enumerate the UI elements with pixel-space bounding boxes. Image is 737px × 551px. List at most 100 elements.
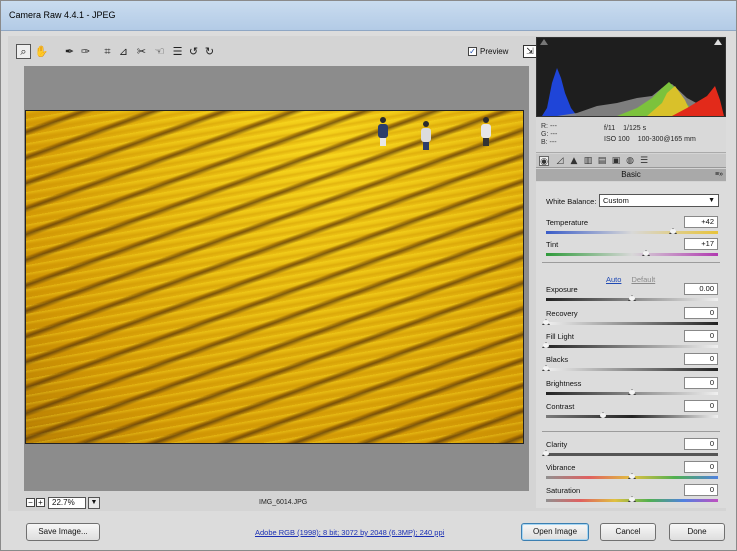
worker-figure — [421, 121, 431, 150]
rgb-readout: R: --- G: --- B: --- — [541, 123, 558, 146]
slider-label: Clarity — [546, 440, 568, 449]
slider-label: Blacks — [546, 355, 569, 364]
panel-title: Basic ≡» — [536, 169, 726, 181]
slider-value-field[interactable]: 0 — [684, 400, 718, 412]
histogram-graph — [542, 68, 724, 116]
white-balance-tool-icon[interactable]: ✒ — [62, 44, 77, 59]
slider-label: Brightness — [546, 379, 582, 388]
done-button[interactable]: Done — [669, 523, 725, 541]
title-bar: Camera Raw 4.4.1 - JPEG — [1, 1, 736, 31]
camera-calibration-tab-icon[interactable]: ◍ — [625, 156, 635, 166]
slider-thumb[interactable] — [628, 389, 636, 395]
color-sampler-tool-icon[interactable]: ✑ — [78, 44, 93, 59]
lens-corrections-tab-icon[interactable]: ▣ — [611, 156, 621, 166]
rotate-left-icon[interactable]: ↺ — [186, 44, 201, 59]
white-balance-label: White Balance: — [546, 197, 597, 206]
panel-menu-icon[interactable]: ≡» — [715, 169, 723, 181]
slider-thumb[interactable] — [628, 295, 636, 301]
slider-blacks: Blacks 0 — [542, 353, 718, 379]
slider-thumb[interactable] — [641, 250, 650, 256]
chevron-down-icon: ▼ — [708, 197, 715, 204]
save-image-button[interactable]: Save Image... — [26, 523, 100, 541]
slider-exposure: Exposure 0.00 — [546, 283, 718, 309]
slider-value-field[interactable]: 0 — [684, 438, 718, 450]
slider-value-field[interactable]: +17 — [684, 238, 718, 250]
slider-thumb[interactable] — [542, 450, 550, 456]
slider-thumb[interactable] — [628, 473, 636, 479]
slider-thumb[interactable] — [598, 412, 607, 418]
basic-tab-icon[interactable]: ◉ — [539, 156, 549, 167]
slider-track[interactable] — [546, 415, 718, 418]
slider-value-field[interactable]: 0 — [684, 353, 718, 365]
crop-tool-icon[interactable]: ⌗ — [100, 44, 115, 59]
preferences-icon[interactable]: ☰ — [170, 44, 185, 59]
slider-thumb[interactable] — [542, 365, 550, 371]
slider-label: Fill Light — [546, 332, 574, 341]
slider-value-field[interactable]: 0 — [684, 461, 718, 473]
window-title: Camera Raw 4.4.1 - JPEG — [9, 10, 116, 20]
slider-track[interactable] — [546, 253, 718, 256]
zoom-tool-icon[interactable]: ⌕ — [16, 44, 31, 59]
slider-value-field[interactable]: 0 — [684, 330, 718, 342]
slider-value-field[interactable]: 0.00 — [684, 283, 718, 295]
zoom-in-button[interactable]: + — [36, 498, 45, 507]
zoom-level-field[interactable]: 22.7% — [48, 497, 86, 509]
preview-checkbox[interactable]: ✓ — [468, 47, 477, 56]
image-preview[interactable] — [25, 110, 524, 444]
slider-thumb[interactable] — [542, 319, 550, 325]
hsl-tab-icon[interactable]: ▥ — [583, 156, 593, 166]
toolbar: ⌕ ✋ ✒ ✑ ⌗ ⊿ ✂ ☜ ☰ ↺ ↻ ✓ Preview ⇲ — [16, 41, 537, 65]
aperture: f/11 — [604, 125, 616, 132]
straighten-tool-icon[interactable]: ⊿ — [116, 44, 131, 59]
iso: ISO 100 — [604, 136, 630, 143]
camera-info: R: --- G: --- B: --- f/11 1/125 s ISO 100… — [536, 117, 726, 153]
open-image-button[interactable]: Open Image — [521, 523, 589, 541]
auto-link[interactable]: Auto — [606, 275, 621, 284]
slider-thumb[interactable] — [669, 228, 678, 234]
slider-saturation: Saturation 0 — [546, 484, 718, 510]
lens: 100-300@165 mm — [637, 136, 696, 143]
slider-value-field[interactable]: +42 — [684, 216, 718, 228]
slider-value-field[interactable]: 0 — [684, 484, 718, 496]
slider-thumb[interactable] — [542, 342, 550, 348]
rotate-right-icon[interactable]: ↻ — [202, 44, 217, 59]
worker-figure — [481, 117, 491, 146]
slider-value-field[interactable]: 0 — [684, 377, 718, 389]
cancel-button[interactable]: Cancel — [600, 523, 656, 541]
histogram — [536, 37, 726, 117]
red-eye-tool-icon[interactable]: ☜ — [152, 44, 167, 59]
presets-tab-icon[interactable]: ☰ — [639, 156, 649, 166]
slider-label: Recovery — [546, 309, 578, 318]
slider-track[interactable] — [546, 231, 718, 234]
tone-curve-tab-icon[interactable]: ◿ — [555, 156, 565, 166]
auto-default-links: Auto Default — [606, 275, 655, 284]
fullscreen-icon[interactable]: ⇲ — [523, 45, 537, 58]
slider-track[interactable] — [546, 322, 718, 325]
preview-toggle[interactable]: ✓ Preview — [468, 47, 508, 56]
slider-track[interactable] — [546, 368, 718, 371]
zoom-out-button[interactable]: − — [26, 498, 35, 507]
slider-tint: Tint +17 — [546, 238, 718, 264]
workflow-options-link[interactable]: Adobe RGB (1998); 8 bit; 3072 by 2048 (6… — [255, 528, 444, 537]
slider-label: Tint — [546, 240, 559, 249]
slider-track[interactable] — [546, 345, 718, 348]
slider-label: Temperature — [546, 218, 589, 227]
detail-tab-icon[interactable]: ▲ — [569, 156, 579, 166]
panel-tabs: ◉ ◿ ▲ ▥ ▤ ▣ ◍ ☰ — [536, 154, 726, 168]
hand-tool-icon[interactable]: ✋ — [34, 44, 49, 59]
zoom-dropdown-icon[interactable]: ▼ — [88, 497, 100, 509]
shutter-speed: 1/125 s — [623, 125, 647, 132]
slider-label: Saturation — [546, 486, 581, 495]
slider-track[interactable] — [546, 453, 718, 456]
split-toning-tab-icon[interactable]: ▤ — [597, 156, 607, 166]
shadow-clipping-icon[interactable] — [540, 39, 548, 45]
divider — [542, 431, 720, 432]
retouch-tool-icon[interactable]: ✂ — [134, 44, 149, 59]
white-balance-select[interactable]: Custom ▼ — [599, 194, 719, 207]
slider-thumb[interactable] — [628, 496, 636, 502]
slider-value-field[interactable]: 0 — [684, 307, 718, 319]
default-link[interactable]: Default — [631, 275, 655, 284]
preview-label: Preview — [480, 47, 509, 56]
slider-label: Vibrance — [546, 463, 576, 472]
highlight-clipping-icon[interactable] — [714, 39, 722, 45]
